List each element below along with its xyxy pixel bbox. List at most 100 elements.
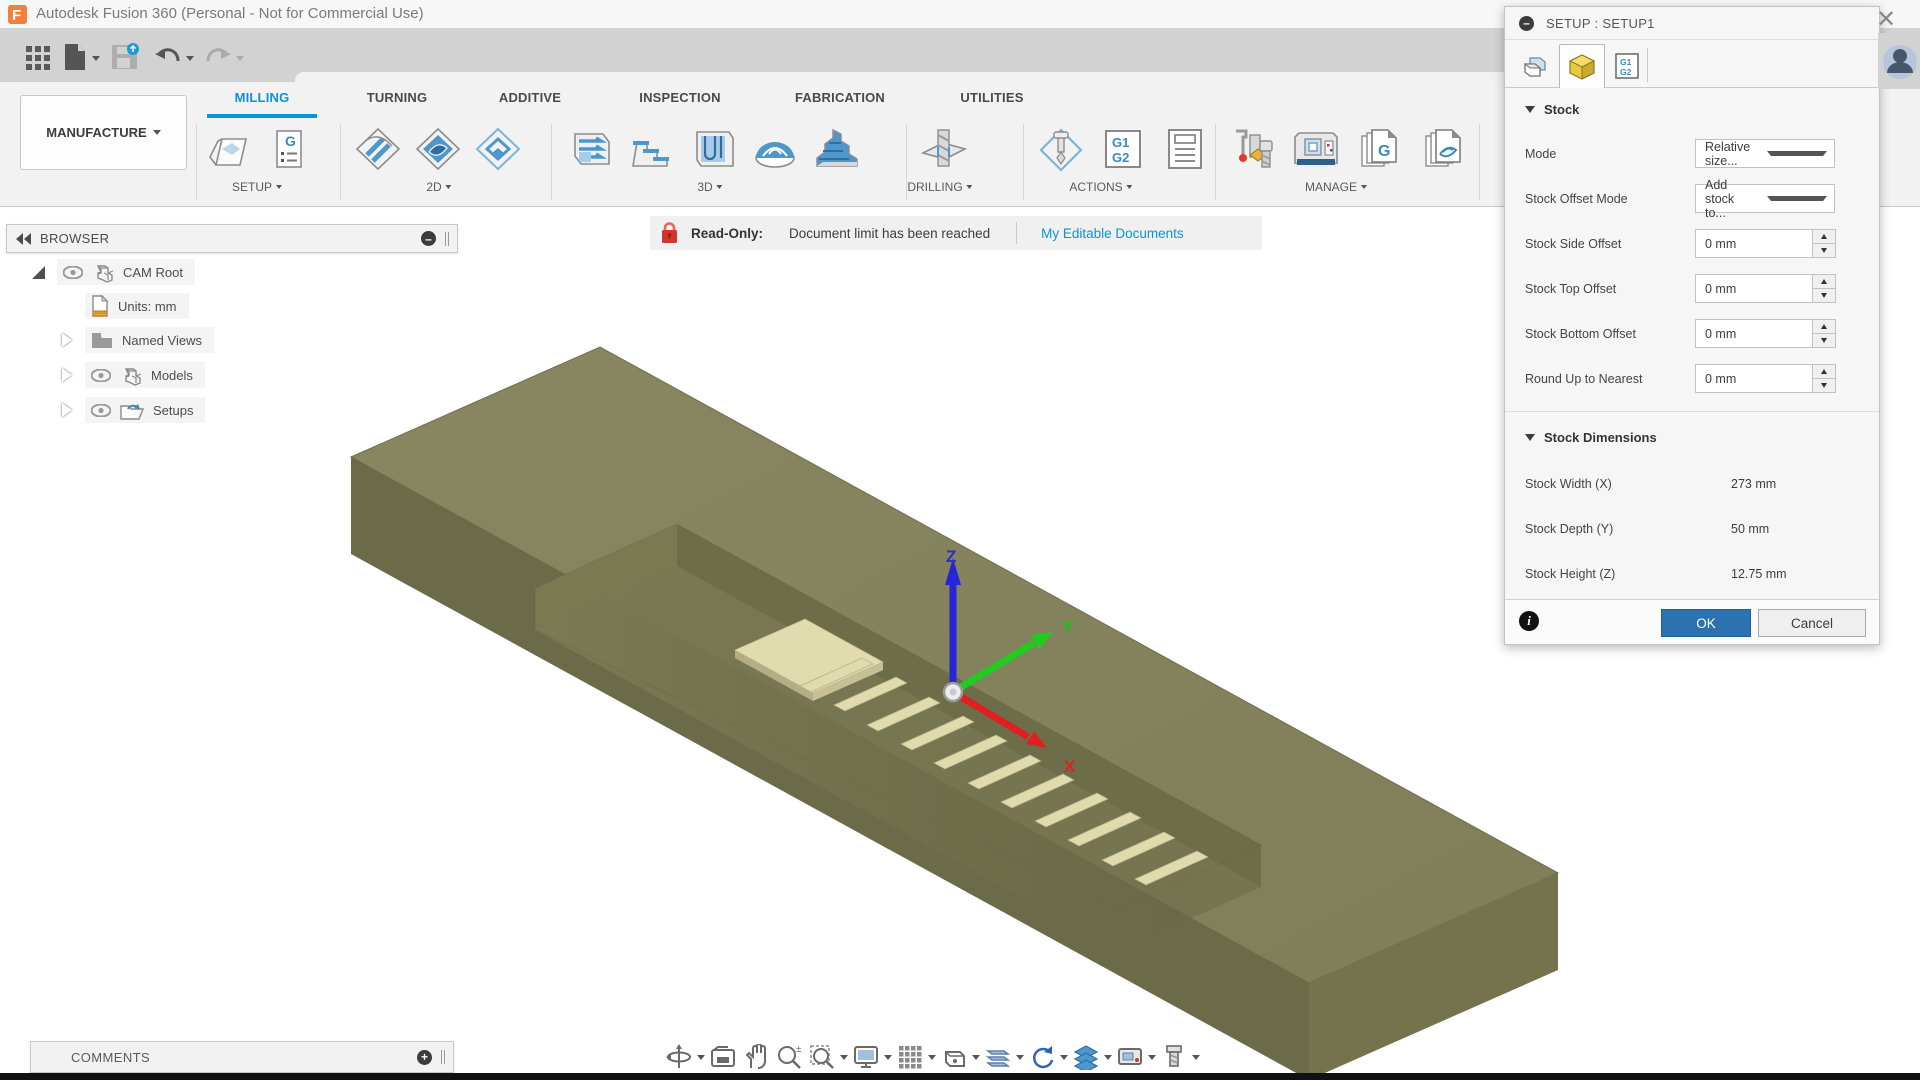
3d-pocket-icon[interactable] xyxy=(625,124,677,174)
grid-snaps-caret[interactable] xyxy=(928,1055,936,1060)
stock-side-offset-input[interactable]: 0 mm xyxy=(1695,229,1813,258)
layers-icon[interactable] xyxy=(1071,1042,1101,1072)
viewports-icon[interactable] xyxy=(939,1042,969,1072)
tool-library-icon[interactable] xyxy=(1227,124,1279,174)
tab-fabrication[interactable]: FABRICATION xyxy=(795,90,885,114)
viewports-caret[interactable] xyxy=(972,1055,980,1060)
template-library-icon[interactable] xyxy=(1418,124,1470,174)
group-label-3d[interactable]: 3D xyxy=(697,180,722,194)
simulate-icon[interactable] xyxy=(1035,124,1087,174)
visibility-eye-icon[interactable] xyxy=(91,404,111,417)
info-icon[interactable]: i xyxy=(1519,611,1539,631)
round-up-stepper[interactable] xyxy=(1813,364,1836,393)
3d-spiral-icon[interactable] xyxy=(811,124,863,174)
app-grid-icon[interactable] xyxy=(26,46,50,70)
group-label-2d[interactable]: 2D xyxy=(426,180,451,194)
round-up-input[interactable]: 0 mm xyxy=(1695,364,1813,393)
grid-snaps-icon[interactable] xyxy=(895,1042,925,1072)
post-process-icon[interactable]: G1 G2 xyxy=(1097,124,1149,174)
look-at-icon[interactable] xyxy=(708,1042,738,1072)
new-setup-icon[interactable] xyxy=(205,124,257,174)
mode-select[interactable]: Relative size... xyxy=(1695,139,1835,168)
tab-setup-icon[interactable] xyxy=(1513,44,1557,87)
machine-display-icon[interactable] xyxy=(1115,1042,1145,1072)
close-icon[interactable]: ✕ xyxy=(1874,8,1898,32)
group-label-actions[interactable]: ACTIONS xyxy=(1069,180,1132,194)
expand-arrow-icon[interactable] xyxy=(62,368,72,382)
tree-item-models[interactable]: Models xyxy=(6,362,456,388)
pan-icon[interactable] xyxy=(741,1042,771,1072)
tab-turning[interactable]: TURNING xyxy=(367,90,428,114)
steps-caret[interactable] xyxy=(1016,1055,1024,1060)
browser-header[interactable]: BROWSER – xyxy=(6,224,458,253)
3d-morphed-icon[interactable] xyxy=(749,124,801,174)
tool-display-caret[interactable] xyxy=(1192,1055,1200,1060)
tree-item-units[interactable]: Units: mm xyxy=(6,293,456,319)
add-comment-icon[interactable]: + xyxy=(417,1050,432,1065)
cancel-button[interactable]: Cancel xyxy=(1758,609,1866,637)
zoom-window-caret[interactable] xyxy=(840,1055,848,1060)
expand-icon[interactable] xyxy=(32,266,45,279)
tab-post-icon[interactable]: G1 G2 xyxy=(1605,44,1649,87)
display-settings-icon[interactable] xyxy=(851,1042,881,1072)
browser-minimize-icon[interactable]: – xyxy=(421,231,436,246)
stock-bottom-offset-input[interactable]: 0 mm xyxy=(1695,319,1813,348)
visibility-eye-icon[interactable] xyxy=(63,266,83,279)
file-menu-caret[interactable] xyxy=(92,56,100,61)
group-label-drilling[interactable]: DRILLING xyxy=(907,180,972,194)
post-library-icon[interactable]: G xyxy=(1354,124,1406,174)
display-settings-caret[interactable] xyxy=(884,1055,892,1060)
stock-section-header[interactable]: Stock xyxy=(1525,102,1579,117)
setup-dialog-header[interactable]: – SETUP : SETUP1 xyxy=(1505,7,1879,40)
2d-pocket-icon[interactable] xyxy=(352,124,404,174)
2d-face-icon[interactable] xyxy=(412,124,464,174)
tab-milling[interactable]: MILLING xyxy=(235,90,290,114)
tree-item-named-views[interactable]: Named Views xyxy=(6,327,456,353)
ok-button[interactable]: OK xyxy=(1661,609,1751,637)
machine-library-icon[interactable] xyxy=(1290,124,1342,174)
tab-additive[interactable]: ADDITIVE xyxy=(499,90,561,114)
3d-adaptive-icon[interactable] xyxy=(563,124,615,174)
comments-bar[interactable]: COMMENTS + xyxy=(30,1041,454,1073)
stock-bottom-offset-stepper[interactable] xyxy=(1813,319,1836,348)
visibility-eye-icon[interactable] xyxy=(91,369,111,382)
undo-icon[interactable] xyxy=(154,46,180,68)
tab-stock-icon[interactable] xyxy=(1559,44,1605,88)
file-menu-icon[interactable] xyxy=(64,43,86,71)
tree-item-cam-root[interactable]: CAM Root xyxy=(6,259,456,285)
zoom-window-icon[interactable] xyxy=(807,1042,837,1072)
2d-contour-icon[interactable] xyxy=(472,124,524,174)
tree-item-setups[interactable]: Setups xyxy=(6,397,456,423)
expand-arrow-icon[interactable] xyxy=(62,403,72,417)
expand-arrow-icon[interactable] xyxy=(62,333,72,347)
stock-dimensions-header[interactable]: Stock Dimensions xyxy=(1525,430,1657,445)
stock-side-offset-stepper[interactable] xyxy=(1813,229,1836,258)
stock-top-offset-input[interactable]: 0 mm xyxy=(1695,274,1813,303)
undo-caret[interactable] xyxy=(186,56,194,61)
dialog-minimize-icon[interactable]: – xyxy=(1519,16,1534,31)
group-label-manage[interactable]: MANAGE xyxy=(1305,180,1367,194)
stock-top-offset-stepper[interactable] xyxy=(1813,274,1836,303)
refresh-icon[interactable] xyxy=(1027,1042,1057,1072)
gcode-list-icon[interactable]: G xyxy=(262,124,314,174)
comments-drag-handle[interactable] xyxy=(441,1050,445,1064)
tool-display-icon[interactable] xyxy=(1159,1042,1189,1072)
refresh-caret[interactable] xyxy=(1060,1055,1068,1060)
machine-display-caret[interactable] xyxy=(1148,1055,1156,1060)
stock-offset-mode-select[interactable]: Add stock to... xyxy=(1695,184,1835,213)
collapse-icon[interactable] xyxy=(16,233,32,245)
3d-steep-icon[interactable] xyxy=(687,124,739,174)
orbit-caret[interactable] xyxy=(697,1055,705,1060)
avatar[interactable] xyxy=(1880,42,1920,82)
browser-drag-handle[interactable] xyxy=(445,232,449,246)
zoom-icon[interactable]: ± xyxy=(774,1042,804,1072)
tab-inspection[interactable]: INSPECTION xyxy=(639,90,720,114)
orbit-icon[interactable] xyxy=(664,1042,694,1072)
setup-sheet-icon[interactable] xyxy=(1159,124,1211,174)
workspace-switcher-button[interactable]: MANUFACTURE xyxy=(20,95,187,170)
steps-icon[interactable] xyxy=(983,1042,1013,1072)
tab-utilities[interactable]: UTILITIES xyxy=(960,90,1023,114)
group-label-setup[interactable]: SETUP xyxy=(232,180,282,194)
drill-icon[interactable] xyxy=(918,124,970,174)
stock-model[interactable] xyxy=(351,347,1558,1074)
